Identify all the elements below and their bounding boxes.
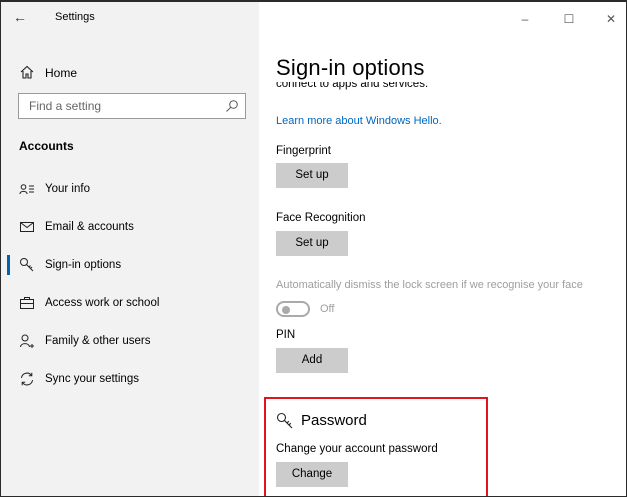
sidebar-item-sync-settings[interactable]: Sync your settings (1, 366, 259, 392)
fingerprint-label: Fingerprint (276, 145, 331, 157)
window-title: Settings (55, 11, 95, 23)
scrolled-text-container: connect to apps and services. (276, 82, 596, 94)
sync-icon (21, 372, 33, 386)
key-icon (276, 412, 293, 429)
sidebar-item-email-accounts[interactable]: Email & accounts (1, 214, 259, 240)
close-icon[interactable]: ✕ (604, 12, 618, 26)
sidebar: ← Settings Home Accounts (1, 2, 259, 496)
sidebar-item-family-users[interactable]: Family & other users (1, 328, 259, 354)
sidebar-item-label: Access work or school (45, 297, 160, 309)
sidebar-item-sign-in-options[interactable]: Sign-in options (1, 252, 259, 278)
settings-window: ← Settings Home Accounts (0, 0, 627, 497)
sidebar-item-your-info[interactable]: Your info (1, 176, 259, 202)
pin-label: PIN (276, 329, 296, 341)
selected-indicator (7, 255, 10, 275)
back-arrow-icon[interactable]: ← (11, 8, 29, 26)
search-box[interactable] (18, 93, 246, 119)
windows-hello-link[interactable]: Learn more about Windows Hello. (276, 115, 442, 127)
sidebar-item-label: Your info (45, 183, 90, 195)
auto-dismiss-toggle[interactable] (276, 301, 310, 317)
search-input[interactable] (19, 94, 219, 118)
nav-home[interactable]: Home (1, 60, 259, 86)
person-list-icon (19, 184, 34, 195)
sidebar-item-access-work[interactable]: Access work or school (1, 290, 259, 316)
sidebar-item-label: Sign-in options (45, 259, 122, 271)
maximize-icon[interactable]: ☐ (562, 12, 576, 26)
window-controls: – ☐ ✕ (508, 2, 626, 32)
section-title-accounts: Accounts (19, 139, 74, 153)
fingerprint-setup-button[interactable]: Set up (276, 163, 348, 188)
sidebar-item-label: Email & accounts (45, 221, 134, 233)
pin-add-button[interactable]: Add (276, 348, 348, 373)
toggle-knob (282, 306, 290, 314)
home-icon (20, 65, 34, 79)
auto-dismiss-label: Automatically dismiss the lock screen if… (276, 279, 583, 291)
sidebar-item-label: Family & other users (45, 335, 151, 347)
password-description: Change your account password (276, 443, 438, 455)
person-add-icon (20, 334, 34, 348)
password-title: Password (301, 412, 367, 429)
face-setup-button[interactable]: Set up (276, 231, 348, 256)
toggle-state-label: Off (320, 303, 335, 315)
page-title: Sign-in options (276, 55, 425, 80)
hello-description: connect to apps and services. (276, 82, 429, 90)
sidebar-item-label: Sync your settings (45, 373, 139, 385)
home-label: Home (45, 66, 78, 80)
content-pane: – ☐ ✕ Sign-in options connect to apps an… (259, 2, 626, 496)
mail-icon (20, 222, 34, 232)
face-recognition-label: Face Recognition (276, 212, 366, 224)
search-icon[interactable] (225, 99, 239, 113)
briefcase-icon (20, 297, 34, 309)
change-password-button[interactable]: Change (276, 462, 348, 487)
key-icon (20, 258, 34, 272)
minimize-icon[interactable]: – (518, 12, 532, 26)
titlebar: ← Settings (1, 2, 259, 34)
